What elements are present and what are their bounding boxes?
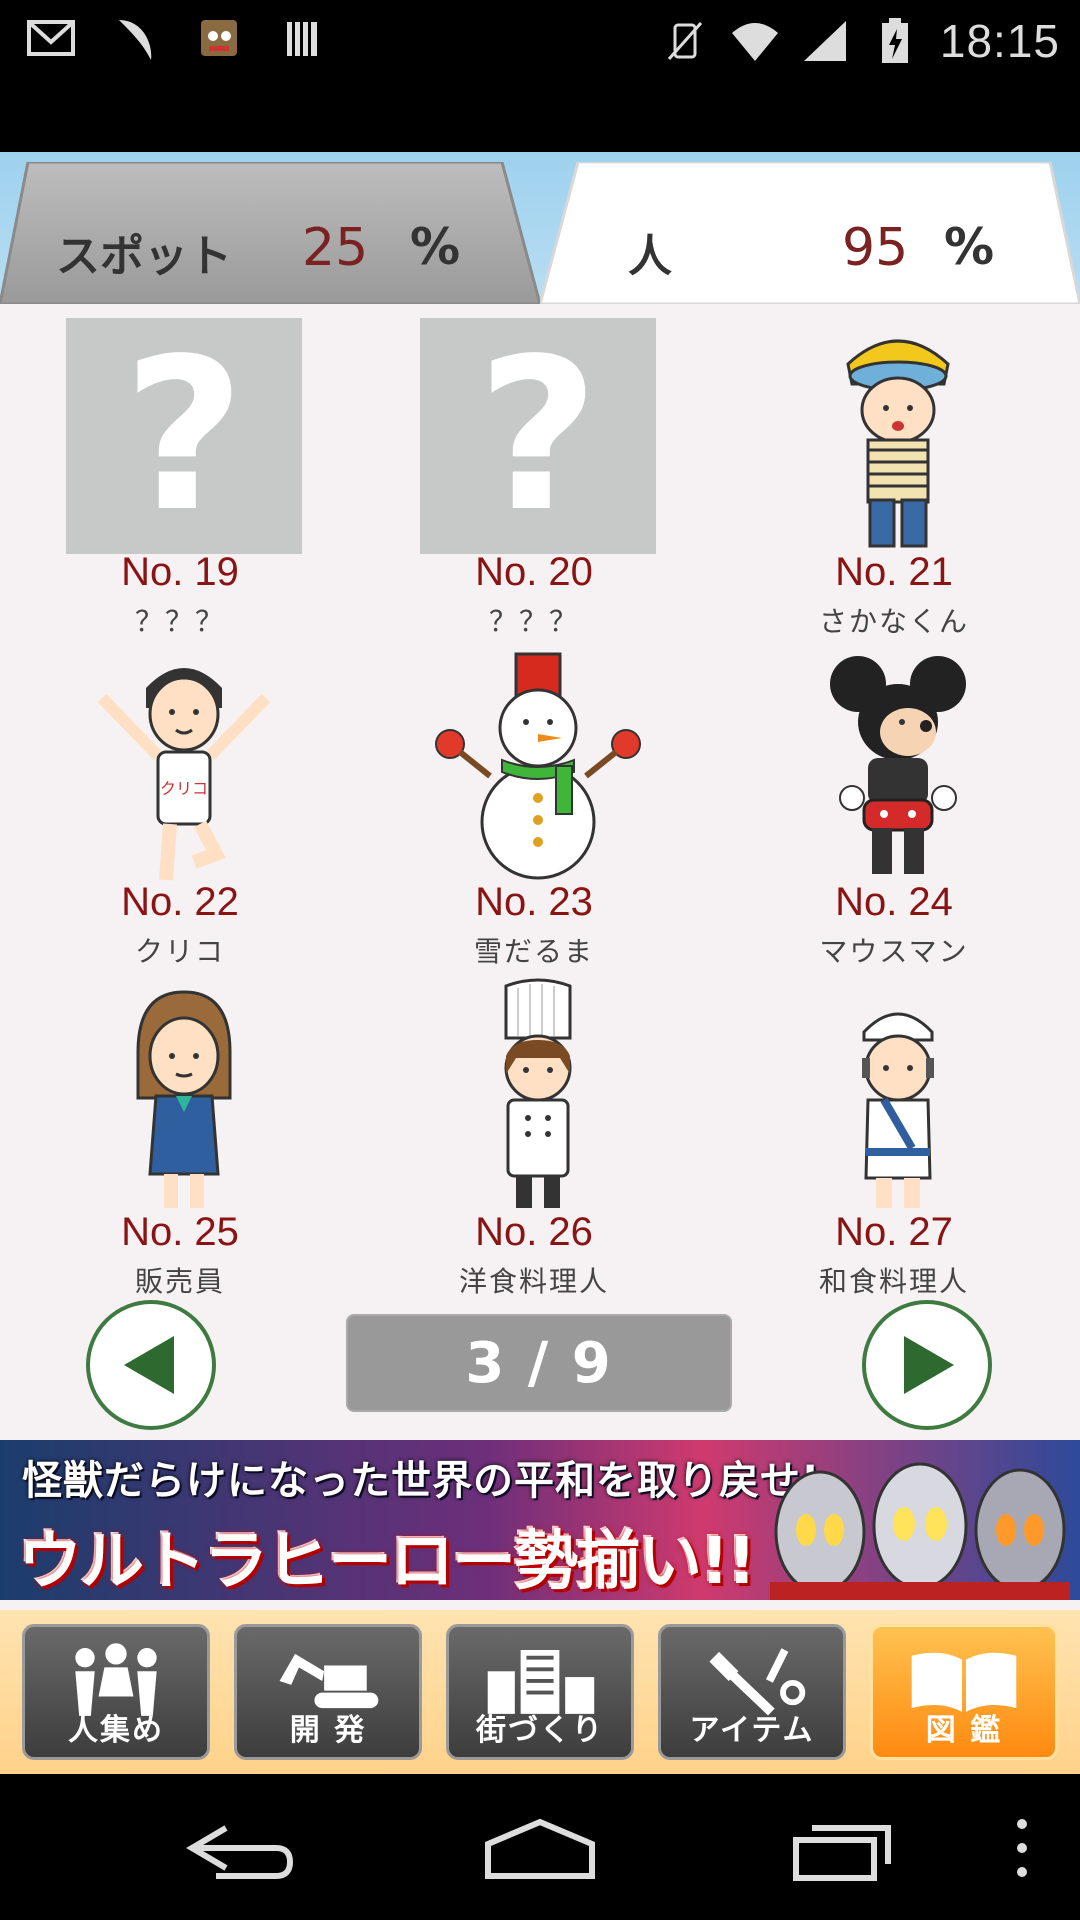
character-cell-26[interactable]: No. 26 洋食料理人 [354,972,714,1302]
menu-label: 図 鑑 [925,1713,1003,1748]
menu-encyclopedia-button[interactable]: 図 鑑 [870,1624,1058,1760]
menu-items-button[interactable]: アイテム [658,1624,846,1760]
character-name: さかなくん [818,605,969,638]
wifi-icon [730,19,780,63]
svg-text:クリコ: クリコ [160,779,208,798]
character-number: No. 27 [835,1210,953,1254]
tab-people-value: 95 [842,218,909,278]
sakanakun-character-icon [846,339,950,548]
tab-spot[interactable]: スポット 25 % [0,162,540,304]
overflow-menu-icon[interactable] [1008,1814,1038,1884]
category-tabs: スポット 25 % 人 95 % [0,152,1080,304]
clock: 18:15 [939,15,1060,67]
next-page-button[interactable] [862,1300,992,1430]
tab-people-label: 人 [628,231,672,282]
unknown-question-icon: ? [420,318,656,554]
system-navigation-bar [0,1774,1080,1920]
western-chef-character-icon [504,978,572,1208]
character-cell-24[interactable]: No. 24 マウスマン [714,642,1074,972]
prev-page-button[interactable] [86,1300,216,1430]
character-cell-27[interactable]: No. 27 和食料理人 [714,972,1074,1302]
character-name: ？？？ [488,605,579,638]
triangle-right-icon [904,1336,954,1394]
character-name: 販売員 [134,1265,225,1298]
menu-gather-people-button[interactable]: 人集め [22,1624,210,1760]
page-indicator: 3 / 9 [346,1314,732,1412]
tab-spot-value: 25 [302,218,369,278]
character-name: 雪だるま [473,935,594,968]
bottom-menu: 人集め 開 発 街づくり アイテム 図 鑑 [0,1610,1080,1774]
character-cell-23[interactable]: No. 23 雪だるま [354,642,714,972]
character-name: クリコ [134,935,225,968]
character-number: No. 20 [475,550,593,594]
menu-label: 人集め [68,1713,164,1748]
unknown-question-icon: ? [66,318,302,554]
kuriko-runner-character-icon: クリコ [97,668,271,881]
tab-spot-unit: % [410,218,461,276]
character-number: No. 21 [835,550,953,594]
back-icon[interactable] [186,1814,296,1884]
encyclopedia-screen: スポット 25 % 人 95 % ? No. 19 ？？？ ? No. 20 ？… [0,152,1080,1774]
mouseman-character-icon [830,656,966,874]
character-number: No. 19 [121,550,239,594]
character-number: No. 26 [475,1210,593,1254]
battery-charging-icon [870,18,920,63]
character-number: No. 23 [475,880,593,924]
signal-icon [800,19,850,63]
character-cell-25[interactable]: No. 25 販売員 [0,972,360,1302]
character-number: No. 25 [121,1210,239,1254]
character-number: No. 22 [121,880,239,924]
menu-town-building-button[interactable]: 街づくり [446,1624,634,1760]
character-name: 洋食料理人 [458,1265,609,1298]
tab-people[interactable]: 人 95 % [540,162,1080,304]
game-app-icon [194,16,244,60]
character-cell-21[interactable]: No. 21 さかなくん [714,312,1074,642]
ad-banner[interactable]: 怪獣だらけになった世界の平和を取り戻せ! ウルトラヒーロー勢揃い!! [0,1440,1080,1600]
home-icon[interactable] [482,1814,598,1884]
tab-people-unit: % [944,218,995,276]
menu-label: アイテム [689,1713,815,1748]
gmail-icon [26,16,76,60]
feather-icon [110,16,160,60]
recent-apps-icon[interactable] [790,1814,900,1884]
character-cell-20[interactable]: ? No. 20 ？？？ [354,312,714,642]
banner-headline: 怪獣だらけになった世界の平和を取り戻せ! [22,1458,821,1504]
vibrate-off-icon [660,19,710,63]
character-name: 和食料理人 [818,1265,969,1298]
salesclerk-character-icon [136,990,232,1208]
character-name: マウスマン [819,935,969,968]
ultra-heroes-icon [770,1462,1070,1600]
character-number: No. 24 [835,880,953,924]
tab-spot-label: スポット [56,231,232,282]
character-name: ？？？ [134,605,225,638]
japanese-chef-character-icon [862,1012,934,1208]
character-cell-19[interactable]: ? No. 19 ？？？ [0,312,360,642]
pagination: 3 / 9 [0,1300,1080,1430]
snowman-character-icon [435,652,641,880]
character-cell-22[interactable]: クリコ No. 22 クリコ [0,642,360,972]
triangle-left-icon [124,1336,174,1394]
menu-label: 開 発 [289,1713,367,1748]
menu-develop-button[interactable]: 開 発 [234,1624,422,1760]
status-bar: 18:15 [0,0,1080,152]
menu-label: 街づくり [476,1713,604,1748]
banner-title: ウルトラヒーロー勢揃い!! [18,1525,756,1599]
barcode-icon [278,16,328,60]
